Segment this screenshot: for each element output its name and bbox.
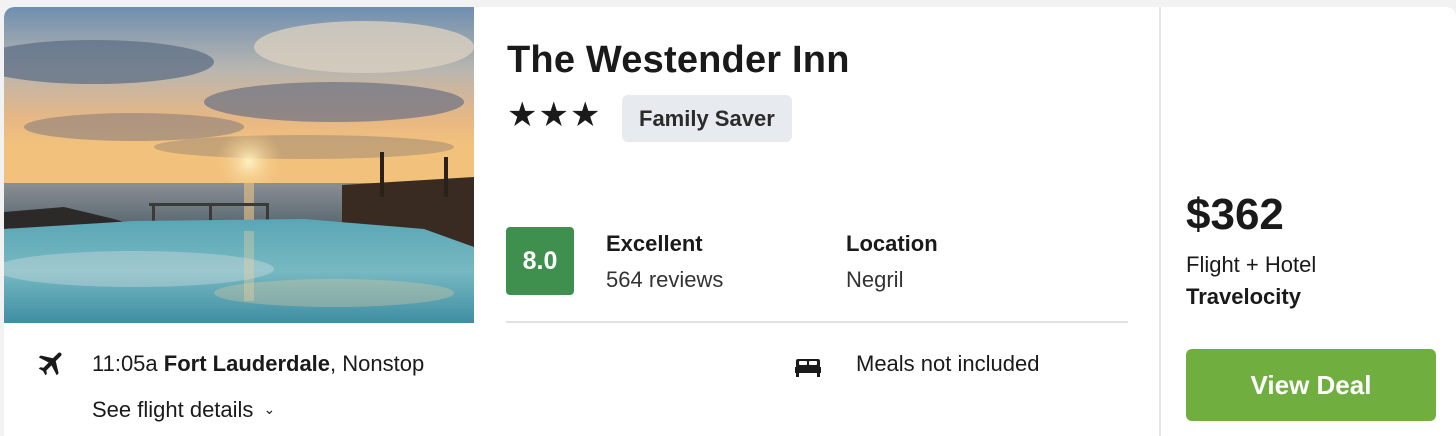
price-column-divider — [1159, 7, 1161, 436]
meals-info: Meals not included — [856, 351, 1040, 376]
flight-details-label: See flight details — [92, 397, 254, 422]
hotel-result-card[interactable]: The Westender Inn ★★★ Family Saver 8.0 E… — [4, 7, 1456, 436]
airplane-icon — [38, 352, 62, 376]
flight-time: 11:05a — [92, 351, 158, 376]
review-count[interactable]: 564 reviews — [606, 267, 723, 293]
location-value: Negril — [846, 267, 904, 292]
rating-score-badge: 8.0 — [506, 227, 574, 295]
package-type: Flight + Hotel — [1186, 252, 1317, 277]
flight-origin: Fort Lauderdale — [163, 351, 331, 376]
location-label: Location — [846, 231, 938, 256]
star-rating: ★★★ — [507, 96, 602, 134]
deal-price: $362 — [1186, 190, 1284, 239]
view-deal-button[interactable]: View Deal — [1186, 349, 1436, 421]
family-saver-badge: Family Saver — [622, 95, 792, 142]
hotel-name[interactable]: The Westender Inn — [507, 39, 850, 82]
flight-summary: 11:05a Fort Lauderdale, Nonstop — [92, 351, 424, 377]
rating-label: Excellent — [606, 231, 703, 256]
bed-icon — [795, 359, 821, 377]
section-divider — [506, 321, 1128, 323]
provider-name: Travelocity — [1186, 284, 1301, 309]
hotel-photo[interactable] — [4, 7, 474, 323]
see-flight-details-link[interactable]: See flight details ⌄ — [92, 397, 275, 423]
flight-stops: , Nonstop — [330, 351, 425, 376]
chevron-down-icon: ⌄ — [263, 401, 276, 417]
